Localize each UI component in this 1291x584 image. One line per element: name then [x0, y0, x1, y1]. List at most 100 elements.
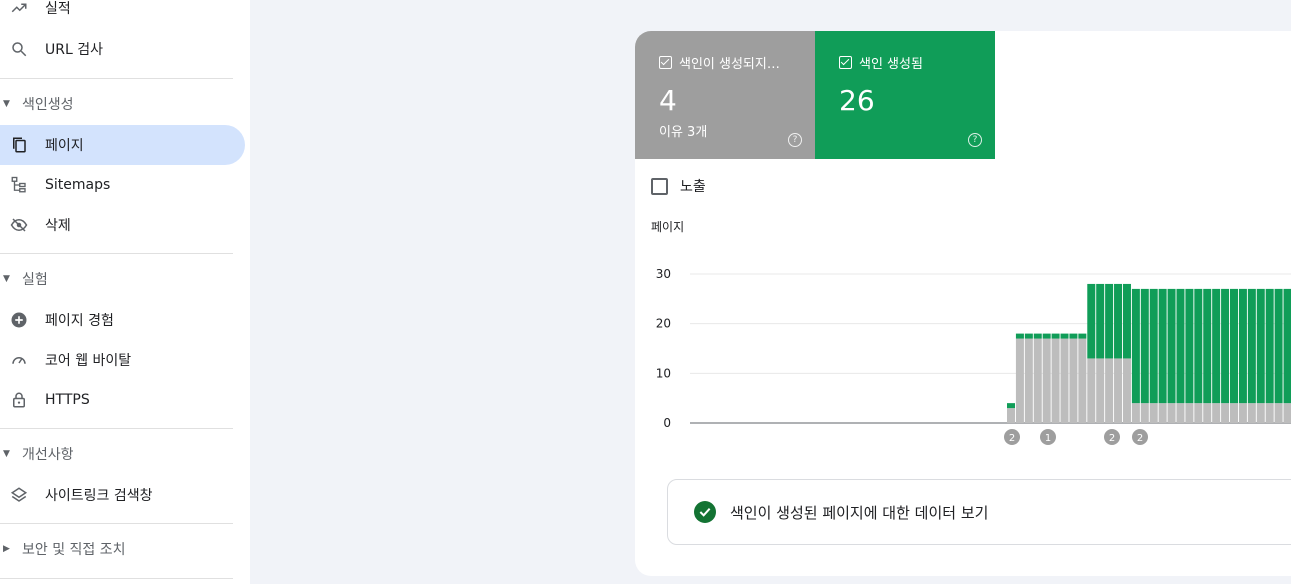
bar-indexed — [1256, 288, 1265, 404]
bar-indexed — [1283, 288, 1291, 404]
page-indexing-card: 색인이 생성되지… 4 이유 3개 ? 색인 생성됨 26 ? 노출 페이지 0… — [635, 31, 1291, 576]
bar-not-indexed — [1176, 403, 1185, 423]
trending-up-icon — [9, 0, 29, 18]
bar-not-indexed — [1060, 338, 1069, 423]
tile-not-indexed[interactable]: 색인이 생성되지… 4 이유 3개 ? — [635, 31, 815, 159]
checkbox-checked-icon[interactable] — [659, 56, 672, 69]
bar-not-indexed — [1051, 338, 1060, 423]
bar-not-indexed — [1122, 358, 1131, 423]
bar-indexed — [1149, 288, 1158, 404]
bar-not-indexed — [1078, 338, 1087, 423]
sidebar-item-label: 페이지 — [45, 138, 84, 154]
tile-count: 4 — [659, 84, 677, 117]
sidebar-item-url-inspection[interactable]: URL 검사 — [0, 29, 245, 69]
bar-indexed — [1158, 288, 1167, 404]
annotation-label: 2 — [1009, 433, 1015, 444]
bar-indexed — [1203, 288, 1212, 404]
sidebar-item-label: 삭제 — [45, 218, 71, 234]
bar-indexed — [1122, 283, 1131, 359]
sidebar-item-sitemaps[interactable]: Sitemaps — [0, 165, 245, 205]
bar-indexed — [1140, 288, 1149, 404]
sidebar-item-sitelinks-searchbox[interactable]: 사이트링크 검색창 — [0, 475, 245, 515]
bar-indexed — [1051, 333, 1060, 339]
divider — [0, 428, 233, 429]
bar-not-indexed — [1158, 403, 1167, 423]
pages-icon — [9, 135, 29, 155]
sidebar: 실적 URL 검사 ▼ 색인생성 페이지 Sitemaps 삭제 ▼ 실험 페이… — [0, 0, 250, 584]
layers-icon — [9, 485, 29, 505]
caret-down-icon: ▼ — [3, 99, 10, 109]
bar-indexed — [1167, 288, 1176, 404]
plus-circle-icon — [9, 310, 29, 330]
section-label: 실험 — [22, 272, 48, 288]
help-icon[interactable]: ? — [968, 133, 982, 147]
y-tick-label: 20 — [656, 317, 671, 331]
eye-off-icon — [9, 215, 29, 235]
bar-not-indexed — [1203, 403, 1212, 423]
help-icon[interactable]: ? — [788, 133, 802, 147]
sidebar-item-page-experience[interactable]: 페이지 경험 — [0, 300, 245, 340]
tile-count: 26 — [839, 84, 875, 117]
annotation-label: 2 — [1109, 433, 1115, 444]
section-indexing[interactable]: ▼ 색인생성 — [0, 84, 240, 124]
sidebar-item-label: Sitemaps — [45, 177, 111, 193]
caret-down-icon: ▼ — [3, 274, 10, 284]
tile-indexed[interactable]: 색인 생성됨 26 ? — [815, 31, 995, 159]
bar-not-indexed — [1230, 403, 1238, 423]
bar-not-indexed — [1131, 403, 1140, 423]
bar-not-indexed — [1105, 358, 1114, 423]
bar-indexed — [1069, 333, 1078, 339]
bar-indexed — [1007, 403, 1015, 409]
bar-not-indexed — [1212, 403, 1221, 423]
exposure-toggle[interactable]: 노출 — [651, 176, 706, 196]
section-label: 보안 및 직접 조치 — [22, 542, 126, 558]
sidebar-item-performance[interactable]: 실적 — [0, 0, 245, 28]
divider — [0, 253, 233, 254]
section-experience[interactable]: ▼ 실험 — [0, 259, 240, 299]
bar-indexed — [1024, 333, 1033, 339]
sidebar-item-label: 코어 웹 바이탈 — [45, 353, 132, 369]
sidebar-item-https[interactable]: HTTPS — [0, 380, 245, 420]
view-indexed-data-button[interactable]: 색인이 생성된 페이지에 대한 데이터 보기 — [667, 479, 1291, 545]
sidebar-item-label: URL 검사 — [45, 42, 103, 58]
check-circle-icon — [694, 501, 716, 523]
bar-indexed — [1194, 288, 1203, 404]
section-security[interactable]: ▶ 보안 및 직접 조치 — [0, 529, 240, 569]
bar-indexed — [1042, 333, 1051, 339]
chart-annotations: 2 1 2 2 — [1004, 429, 1148, 445]
y-tick-label: 30 — [656, 267, 671, 281]
bar-not-indexed — [1069, 338, 1078, 423]
bar-not-indexed — [1087, 358, 1096, 423]
bar-not-indexed — [1140, 403, 1149, 423]
section-label: 개선사항 — [22, 447, 74, 463]
section-enhancements[interactable]: ▼ 개선사항 — [0, 434, 240, 474]
bar-not-indexed — [1221, 403, 1230, 423]
bar-not-indexed — [1149, 403, 1158, 423]
bar-indexed — [1176, 288, 1185, 404]
checkbox-checked-icon[interactable] — [839, 56, 852, 69]
bar-indexed — [1033, 333, 1042, 339]
bar-indexed — [1238, 288, 1247, 404]
y-axis-label: 페이지 — [651, 220, 684, 234]
bar-indexed — [1114, 283, 1123, 359]
checkbox-empty-icon[interactable] — [651, 177, 668, 195]
bar-indexed — [1078, 333, 1087, 339]
sidebar-item-pages[interactable]: 페이지 — [0, 125, 245, 165]
y-tick-label: 10 — [656, 366, 671, 380]
bar-indexed — [1131, 288, 1140, 404]
bar-not-indexed — [1256, 403, 1265, 423]
bar-indexed — [1247, 288, 1256, 404]
sidebar-item-removals[interactable]: 삭제 — [0, 205, 245, 245]
search-icon — [9, 39, 29, 59]
bar-not-indexed — [1194, 403, 1203, 423]
annotation-label: 2 — [1137, 433, 1143, 444]
sidebar-item-label: 페이지 경험 — [45, 313, 114, 329]
bar-indexed — [1212, 288, 1221, 404]
bar-not-indexed — [1185, 403, 1194, 423]
annotation-label: 1 — [1045, 433, 1051, 444]
sidebar-item-core-web-vitals[interactable]: 코어 웹 바이탈 — [0, 340, 245, 380]
section-label: 색인생성 — [22, 97, 74, 113]
bar-not-indexed — [1283, 403, 1291, 423]
speedometer-icon — [9, 350, 29, 370]
tile-label: 색인 생성됨 — [859, 57, 923, 72]
